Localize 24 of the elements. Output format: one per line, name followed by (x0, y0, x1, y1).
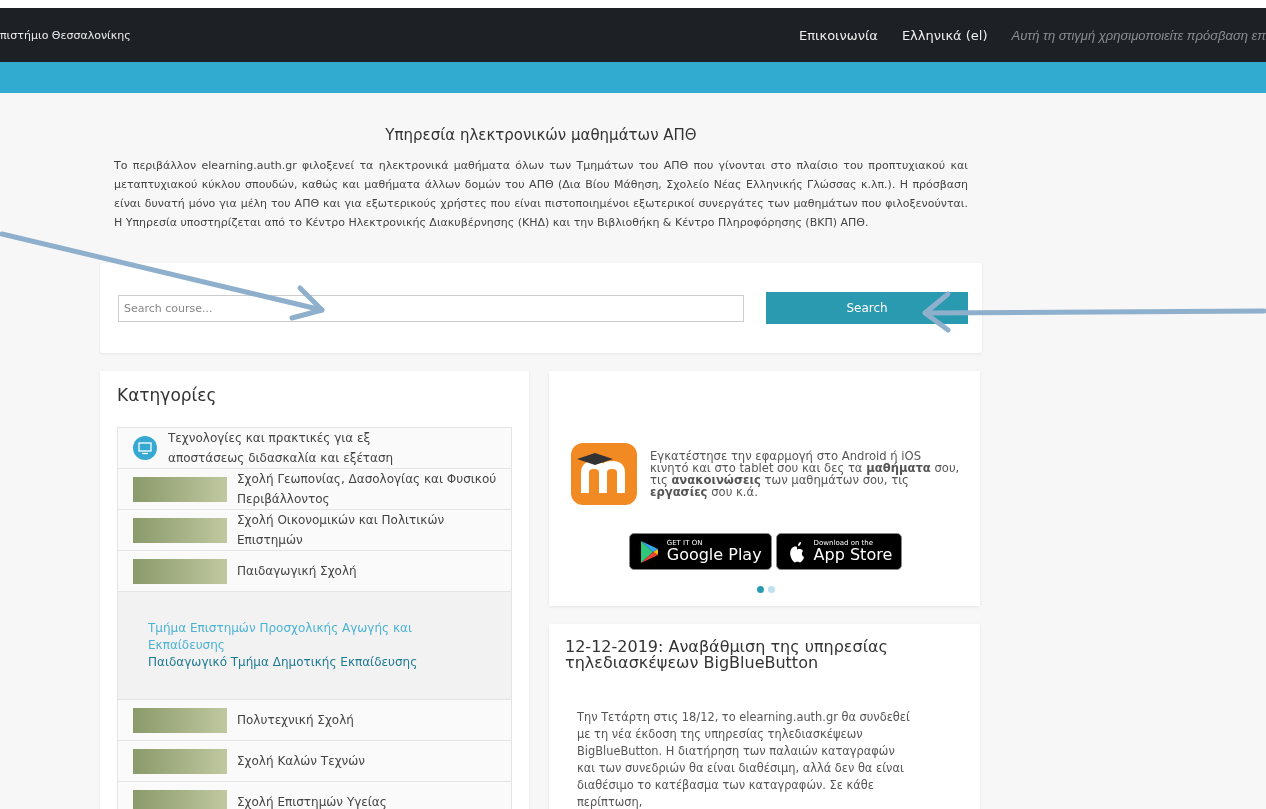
intro-paragraph: Το περιβάλλον elearning.auth.gr φιλοξενεί τα ηλεκτρονικά μαθήματα όλων των Τμημάτων του ΑΠΘ που γίνονται στο πλαίσιο του προπτυχιακού και μεταπτυχιακού κύκλου σπουδών, καθώς και μαθήματα άλλων δομών του ΑΠΘ (Δια Βίου Μάθηση, Σχολείο Νέας Ελληνικής Γλώσσας κ.λπ.). Η πρόσβαση είναι δυνατή μόνο για μέλη του ΑΠΘ και για εξωτερικούς χρήστες που είναι πιστοποιημένοι εξωτερικοί συνεργάτες των μαθημάτων που φιλοξενούνται. Η Υπηρεσία υποστηρίζεται από το Κέντρο Ηλεκτρονικής Διακυβέρνησης (ΚΗΔ) και την Βιβλιοθήκη & Κέντρο Πληροφόρησης (ΒΚΠ) ΑΠΘ. (114, 158, 968, 231)
subcategory-link[interactable]: Παιδαγωγικό Τμήμα Δημοτικής Εκπαίδευσης (148, 654, 481, 671)
nav-link[interactable]: Επικοινωνία (799, 27, 878, 43)
category-item[interactable]: Πολυτεχνική Σχολή (118, 700, 511, 741)
app-promo-text: Εγκατέστησε την εφαρμογή στο Android ή iOS κινητό και στο tablet σου και δες τα μαθήματα σου, τις ανακοινώσεις των μαθημάτων σου, τις εργασίες σου κ.ά. (650, 450, 960, 498)
page-title: Υπηρεσία ηλεκτρονικών μαθημάτων ΑΠΘ (385, 126, 697, 144)
news-text: Την Τετάρτη στις 18/12, το elearning.auth.gr θα συνδεθεί με τη νέα έκδοση της υπηρεσίας τηλεδιασκέψεων BigBlueButton. Η διατήρηση των παλαιών καταγραφών και των συνεδριών θα είναι διαθέσιμη, αλλά δεν θα είναι διαθέσιμο το κατέβασμα των καταγραφών. Σε κάθε περίπτωση, (577, 709, 911, 809)
section-title: Κατηγορίες (117, 385, 218, 405)
nav-link[interactable]: Ελληνικά (el) (901, 27, 988, 43)
category-item[interactable]: Τεχνολογίες και πρακτικές για εξ αποστάσεως διδασκαλία και εξέταση (118, 428, 511, 469)
guest-notice: Αυτή τη στιγμή χρησιμοποιείτε πρόσβαση επ (1011, 27, 1266, 43)
category-item[interactable]: Σχολή Επιστημών Υγείας (118, 782, 511, 809)
monitor-icon (133, 436, 157, 460)
carousel-dot[interactable] (767, 586, 775, 593)
news-title: 12-12-2019: Αναβάθμιση της υπηρεσίας τηλεδιασκέψεων BigBlueButton (565, 639, 889, 671)
carousel-dot[interactable] (756, 586, 764, 593)
category-item[interactable]: Σχολή Γεωπονίας, Δασολογίας και Φυσικού Περιβάλλοντος (118, 469, 511, 510)
site-name: πιστήμιο Θεσσαλονίκης (0, 28, 131, 42)
category-item[interactable]: Παιδαγωγική Σχολή (118, 551, 511, 592)
category-item[interactable]: Σχολή Καλών Τεχνών (118, 741, 511, 782)
app-logo-icon (571, 443, 637, 505)
play-store-icon (638, 539, 661, 564)
category-item[interactable]: Σχολή Οικονομικών και Πολιτικών Επιστημών (118, 510, 511, 551)
search-field[interactable]: Search course... (118, 294, 744, 322)
